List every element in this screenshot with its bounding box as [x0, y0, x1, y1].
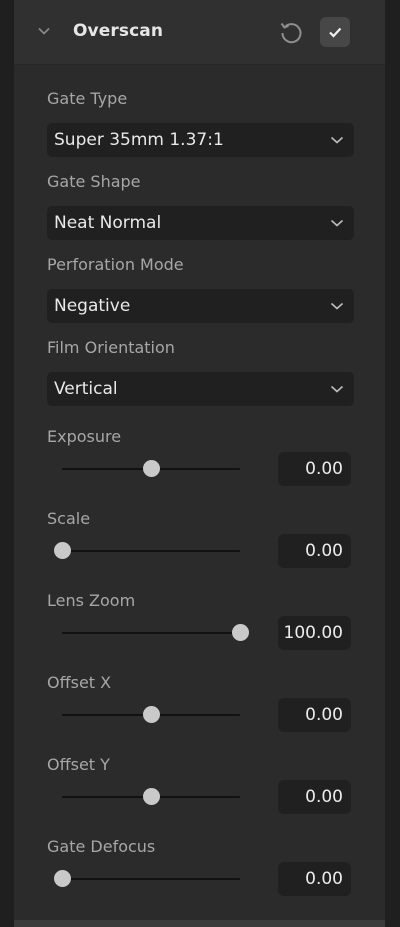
offset-y-value-field[interactable]: 0.00	[278, 780, 351, 814]
perforation-mode-select[interactable]: Negative	[47, 289, 354, 323]
film-orientation-label: Film Orientation	[47, 338, 175, 357]
overscan-panel: Overscan Gate Type Super 35mm 1.37:1 Gat…	[14, 0, 385, 927]
slider-knob[interactable]	[143, 788, 160, 805]
gate-type-label: Gate Type	[47, 89, 128, 108]
gate-type-select[interactable]: Super 35mm 1.37:1	[47, 123, 354, 157]
gate-shape-value: Neat Normal	[54, 213, 162, 233]
offset-x-value-field[interactable]: 0.00	[278, 698, 351, 732]
perforation-mode-value: Negative	[54, 296, 131, 316]
panel-title: Overscan	[73, 21, 164, 41]
exposure-value-field[interactable]: 0.00	[278, 452, 351, 486]
offset-x-slider[interactable]	[62, 705, 240, 725]
lens-zoom-slider[interactable]	[62, 623, 249, 643]
scale-value-field[interactable]: 0.00	[278, 534, 351, 568]
offset-x-label: Offset X	[47, 673, 112, 692]
chevron-down-icon	[330, 219, 344, 227]
panel-header[interactable]: Overscan	[14, 0, 385, 65]
gate-shape-label: Gate Shape	[47, 172, 141, 191]
slider-knob[interactable]	[143, 706, 160, 723]
gate-defocus-label: Gate Defocus	[47, 837, 156, 856]
gate-shape-select[interactable]: Neat Normal	[47, 206, 354, 240]
film-orientation-value: Vertical	[54, 379, 118, 399]
slider-knob[interactable]	[143, 460, 160, 477]
scale-slider[interactable]	[54, 541, 240, 561]
perforation-mode-label: Perforation Mode	[47, 255, 184, 274]
slider-knob[interactable]	[54, 542, 71, 559]
gate-defocus-slider[interactable]	[54, 869, 240, 889]
slider-track	[62, 878, 240, 880]
lens-zoom-label: Lens Zoom	[47, 591, 136, 610]
slider-knob[interactable]	[54, 870, 71, 887]
slider-knob[interactable]	[232, 624, 249, 641]
gate-defocus-value-field[interactable]: 0.00	[278, 862, 351, 896]
next-section-edge	[14, 920, 385, 927]
chevron-down-icon	[330, 136, 344, 144]
chevron-down-icon	[330, 302, 344, 310]
gate-type-value: Super 35mm 1.37:1	[54, 130, 224, 150]
reset-icon[interactable]	[278, 19, 304, 45]
offset-y-slider[interactable]	[62, 787, 240, 807]
lens-zoom-value-field[interactable]: 100.00	[278, 616, 351, 650]
scale-label: Scale	[47, 509, 91, 528]
offset-y-label: Offset Y	[47, 755, 110, 774]
exposure-label: Exposure	[47, 427, 122, 446]
film-orientation-select[interactable]: Vertical	[47, 372, 354, 406]
slider-track	[62, 550, 240, 552]
chevron-down-icon[interactable]	[38, 25, 50, 37]
chevron-down-icon	[330, 385, 344, 393]
confirm-button[interactable]	[320, 17, 350, 47]
slider-track	[62, 632, 240, 634]
exposure-slider[interactable]	[62, 459, 240, 479]
check-icon	[329, 27, 342, 38]
